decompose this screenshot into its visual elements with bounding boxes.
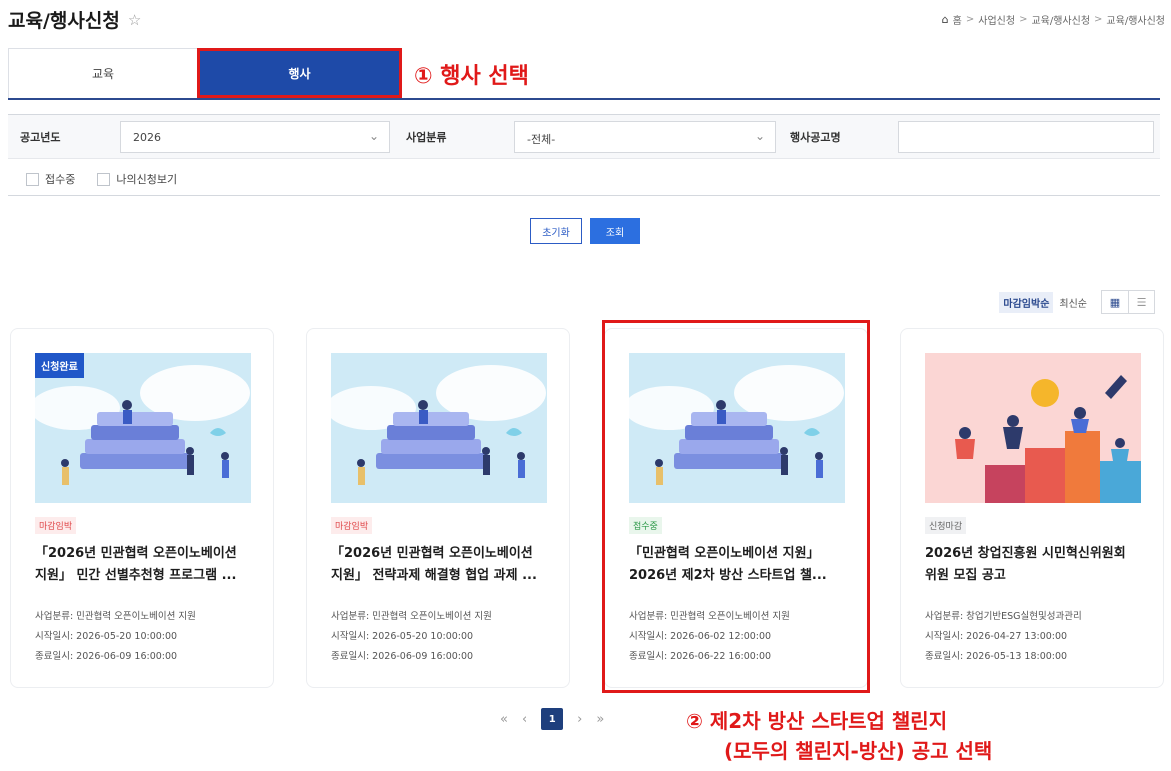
year-select-value: 2026 bbox=[133, 131, 161, 144]
card-end-date: 종료일시: 2026-05-13 18:00:00 bbox=[925, 651, 1068, 662]
sort-deadline[interactable]: 마감임박순 bbox=[999, 291, 1054, 313]
card-category: 사업분류: 민관협력 오픈이노베이션 지원 bbox=[629, 611, 790, 622]
receiving-checkbox[interactable] bbox=[26, 172, 39, 186]
status-label: 마감임박 bbox=[35, 517, 77, 534]
card-category: 사업분류: 창업기반ESG실현및성과관리 bbox=[925, 611, 1082, 622]
last-page-icon[interactable]: » bbox=[596, 712, 604, 727]
tab-event[interactable]: 행사 bbox=[197, 48, 402, 98]
card-meta: 사업분류: 민관협력 오픈이노베이션 지원 시작일시: 2026-05-20 1… bbox=[35, 607, 251, 667]
sort-latest[interactable]: 최신순 bbox=[1059, 295, 1087, 310]
chevron-down-icon: ⌄ bbox=[368, 129, 379, 143]
title-row: 교육/행사신청 ☆ bbox=[8, 6, 141, 33]
category-label: 사업분류 bbox=[406, 131, 447, 144]
category-select[interactable]: -전체- ⌄ bbox=[514, 121, 776, 153]
view-toggle: ▦ ☰ bbox=[1101, 290, 1155, 314]
year-label: 공고년도 bbox=[20, 131, 61, 144]
next-page-icon[interactable]: › bbox=[577, 712, 582, 727]
card-title[interactable]: 「2026년 민관협력 오픈이노베이션 지원」 민간 선별추천형 프로그램 ..… bbox=[35, 543, 251, 587]
event-card[interactable]: 신청마감 2026년 창업진흥원 시민혁신위원회 위원 모집 공고 사업분류: … bbox=[900, 328, 1164, 688]
breadcrumb-item-home[interactable]: 홈 bbox=[953, 12, 962, 27]
status-label: 접수중 bbox=[629, 517, 662, 534]
breadcrumb-separator: > bbox=[1094, 14, 1103, 25]
tab-bar: 교육 행사 bbox=[8, 48, 1160, 100]
breadcrumb-item-business[interactable]: 사업신청 bbox=[978, 12, 1015, 27]
annotation-step2-line2: (모두의 챌린지-방산) 공고 선택 bbox=[724, 739, 993, 763]
card-meta: 사업분류: 민관협력 오픈이노베이션 지원 시작일시: 2026-05-20 1… bbox=[331, 607, 547, 667]
breadcrumb-item-current: 교육/행사신청 bbox=[1106, 16, 1165, 27]
card-end-date: 종료일시: 2026-06-22 16:00:00 bbox=[629, 651, 772, 662]
prev-page-icon[interactable]: ‹ bbox=[522, 712, 527, 727]
year-select[interactable]: 2026 ⌄ bbox=[120, 121, 390, 153]
card-thumbnail: 신청완료 bbox=[35, 353, 251, 503]
filter-panel: 공고년도 2026 ⌄ 사업분류 -전체- ⌄ 행사공고명 접수중 나의신청보기 bbox=[8, 114, 1160, 196]
sort-bar: 마감임박순 최신순 ▦ ☰ bbox=[999, 290, 1155, 314]
reset-button[interactable]: 초기화 bbox=[530, 218, 582, 244]
status-badge-completed: 신청완료 bbox=[35, 353, 84, 378]
card-thumbnail bbox=[629, 353, 845, 503]
first-page-icon[interactable]: « bbox=[500, 712, 508, 727]
card-start-date: 시작일시: 2026-04-27 13:00:00 bbox=[925, 631, 1068, 642]
annotation-step2: ② 제2차 방산 스타트업 챌린지 (모두의 챌린지-방산) 공고 선택 bbox=[686, 706, 992, 766]
card-thumbnail bbox=[331, 353, 547, 503]
my-application-checkbox-label: 나의신청보기 bbox=[116, 173, 178, 186]
card-category: 사업분류: 민관협력 오픈이노베이션 지원 bbox=[35, 611, 196, 622]
search-button[interactable]: 조회 bbox=[590, 218, 640, 244]
page-title: 교육/행사신청 bbox=[8, 10, 120, 32]
grid-view-icon[interactable]: ▦ bbox=[1102, 291, 1128, 313]
status-label: 마감임박 bbox=[331, 517, 373, 534]
page: 교육/행사신청 ☆ ⌂ 홈 > 사업신청 > 교육/행사신청 > 교육/행사신청… bbox=[0, 0, 1171, 771]
home-icon[interactable]: ⌂ bbox=[942, 13, 949, 26]
card-title[interactable]: 「2026년 민관협력 오픈이노베이션 지원」 전략과제 해결형 협업 과제 .… bbox=[331, 543, 547, 587]
event-card[interactable]: 접수중 「민관협력 오픈이노베이션 지원」 2026년 제2차 방산 스타트업 … bbox=[604, 328, 868, 688]
card-start-date: 시작일시: 2026-05-20 10:00:00 bbox=[331, 631, 474, 642]
tab-education[interactable]: 교육 bbox=[8, 48, 198, 98]
chevron-down-icon: ⌄ bbox=[754, 129, 765, 143]
filter-row: 공고년도 2026 ⌄ 사업분류 -전체- ⌄ 행사공고명 bbox=[8, 115, 1160, 159]
card-category: 사업분류: 민관협력 오픈이노베이션 지원 bbox=[331, 611, 492, 622]
event-name-label: 행사공고명 bbox=[790, 131, 841, 144]
card-title[interactable]: 2026년 창업진흥원 시민혁신위원회 위원 모집 공고 bbox=[925, 543, 1141, 587]
breadcrumb: ⌂ 홈 > 사업신청 > 교육/행사신청 > 교육/행사신청 bbox=[942, 12, 1165, 27]
star-icon[interactable]: ☆ bbox=[128, 11, 141, 29]
event-name-input[interactable] bbox=[898, 121, 1154, 153]
card-thumbnail bbox=[925, 353, 1141, 503]
breadcrumb-item-edu-event[interactable]: 교육/행사신청 bbox=[1031, 12, 1090, 27]
card-title[interactable]: 「민관협력 오픈이노베이션 지원」 2026년 제2차 방산 스타트업 챌... bbox=[629, 543, 845, 587]
annotation-step2-line1: ② 제2차 방산 스타트업 챌린지 bbox=[686, 709, 948, 733]
my-application-checkbox-item[interactable]: 나의신청보기 bbox=[97, 171, 177, 187]
page-number-current[interactable]: 1 bbox=[541, 708, 564, 730]
card-end-date: 종료일시: 2026-06-09 16:00:00 bbox=[331, 651, 474, 662]
card-meta: 사업분류: 창업기반ESG실현및성과관리 시작일시: 2026-04-27 13… bbox=[925, 607, 1141, 667]
event-card[interactable]: 마감임박 「2026년 민관협력 오픈이노베이션 지원」 전략과제 해결형 협업… bbox=[306, 328, 570, 688]
receiving-checkbox-item[interactable]: 접수중 bbox=[26, 171, 75, 187]
card-meta: 사업분류: 민관협력 오픈이노베이션 지원 시작일시: 2026-06-02 1… bbox=[629, 607, 845, 667]
breadcrumb-separator: > bbox=[1019, 14, 1028, 25]
card-start-date: 시작일시: 2026-05-20 10:00:00 bbox=[35, 631, 178, 642]
card-start-date: 시작일시: 2026-06-02 12:00:00 bbox=[629, 631, 772, 642]
status-label: 신청마감 bbox=[925, 517, 967, 534]
check-row: 접수중 나의신청보기 bbox=[26, 171, 177, 187]
event-card[interactable]: 신청완료 마감임박 「2026년 민관협력 오픈이노베이션 지원」 민간 선별추… bbox=[10, 328, 274, 688]
pagination: « ‹ 1 › » bbox=[500, 708, 604, 730]
receiving-checkbox-label: 접수중 bbox=[45, 173, 76, 186]
card-end-date: 종료일시: 2026-06-09 16:00:00 bbox=[35, 651, 178, 662]
list-view-icon[interactable]: ☰ bbox=[1128, 291, 1154, 313]
breadcrumb-separator: > bbox=[965, 14, 975, 25]
my-application-checkbox[interactable] bbox=[97, 172, 111, 186]
category-select-value: -전체- bbox=[527, 133, 556, 146]
annotation-step1: ① 행사 선택 bbox=[414, 64, 529, 89]
